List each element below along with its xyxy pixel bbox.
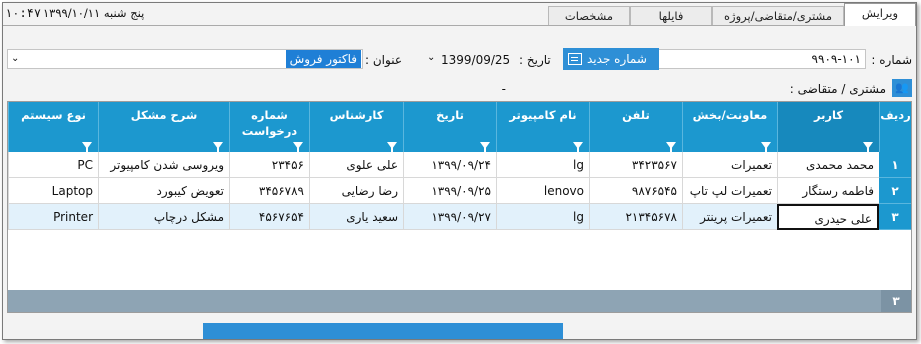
new-number-label: شماره جدید (587, 52, 647, 66)
row-number: ۲ (879, 178, 911, 204)
filter-icon[interactable] (666, 142, 676, 153)
cell-problem[interactable]: تعویض کیبورد (98, 178, 229, 204)
title-selected-value: فاکتور فروش (285, 50, 361, 68)
cell-phone[interactable]: ۹۸۷۶۵۴۵ (589, 178, 682, 204)
cell-computer[interactable]: lg (496, 152, 589, 178)
cell-user[interactable]: محمد محمدی (777, 152, 879, 178)
col-header-expert[interactable]: کارشناس (309, 102, 403, 153)
title-label: عنوان : (365, 53, 402, 67)
filter-icon[interactable] (573, 142, 583, 153)
cell-request-number[interactable]: ۴۵۶۷۶۵۴ (229, 204, 309, 230)
cell-date[interactable]: ۱۳۹۹/۰۹/۲۷ (403, 204, 496, 230)
col-header-department[interactable]: معاونت/بخش (682, 102, 777, 153)
filter-icon[interactable] (863, 142, 873, 153)
title-select[interactable]: ⌄ فاکتور فروش (7, 49, 363, 69)
customer-label: مشتری / متقاضی : (789, 82, 886, 96)
date-label: تاریخ : (519, 53, 551, 67)
cell-problem[interactable]: ویروسی شدن کامپیوتر (98, 152, 229, 178)
requests-grid[interactable]: ردیف کاربر معاونت/بخش تلفن نام کامپیوتر … (7, 101, 912, 313)
cell-system-type[interactable]: Printer (8, 204, 98, 230)
filter-icon[interactable] (480, 142, 490, 153)
cell-computer[interactable]: lg (496, 204, 589, 230)
cell-expert[interactable]: رضا رضایی (309, 178, 403, 204)
row-number: ۱ (879, 152, 911, 178)
cell-user-focused[interactable]: علی حیدری (777, 204, 879, 230)
tab-customer-project[interactable]: مشتری/متقاضی/پروژه (712, 6, 844, 25)
tab-specs[interactable]: مشخصات (548, 6, 630, 25)
col-header-row[interactable]: ردیف (879, 102, 911, 152)
grid-footer: ۳ (8, 290, 911, 312)
row-number: ۳ (879, 204, 911, 230)
col-header-system-type[interactable]: نوع سیستم (8, 102, 98, 153)
col-header-problem[interactable]: شرح مشکل (98, 102, 229, 153)
col-header-phone[interactable]: تلفن (589, 102, 682, 153)
row-count: ۳ (881, 290, 911, 312)
number-label: شماره : (871, 53, 912, 67)
col-header-request-number[interactable]: شماره درخواست (229, 102, 309, 153)
cell-phone[interactable]: ۲۱۳۴۵۶۷۸ (589, 204, 682, 230)
cell-request-number[interactable]: ۳۴۵۶۷۸۹ (229, 178, 309, 204)
clock: ۱۰:۴۷ (5, 6, 42, 20)
tab-edit[interactable]: ویرایش (844, 3, 916, 26)
filter-icon[interactable] (761, 142, 771, 153)
cell-computer[interactable]: lenovo (496, 178, 589, 204)
date-field[interactable]: 1399/09/25 (441, 53, 510, 67)
cell-date[interactable]: ۱۳۹۹/۰۹/۲۵ (403, 178, 496, 204)
cell-phone[interactable]: ۳۴۲۳۵۶۷ (589, 152, 682, 178)
cell-department[interactable]: تعمیرات پرینتر (682, 204, 777, 230)
customer-icon[interactable]: 👥 (892, 79, 912, 97)
col-header-computer[interactable]: نام کامپیوتر (496, 102, 589, 153)
filter-icon[interactable] (293, 142, 303, 153)
cell-user[interactable]: فاطمه رستگار (777, 178, 879, 204)
calendar-icon (568, 53, 582, 65)
header-date: پنج شنبه ۱۳۹۹/۱۰/۱۱ (43, 6, 145, 20)
tab-files[interactable]: فایلها (630, 6, 712, 25)
date-dropdown-icon[interactable]: ⌄ (427, 52, 435, 63)
app-window: ویرایش مشتری/متقاضی/پروژه فایلها مشخصات … (2, 2, 917, 340)
col-header-date[interactable]: تاریخ (403, 102, 496, 153)
cell-problem[interactable]: مشکل درچاپ (98, 204, 229, 230)
cell-date[interactable]: ۱۳۹۹/۰۹/۲۴ (403, 152, 496, 178)
cell-request-number[interactable]: ۲۳۴۵۶ (229, 152, 309, 178)
filter-icon[interactable] (387, 142, 397, 153)
cell-department[interactable]: تعمیرات (682, 152, 777, 178)
cell-system-type[interactable]: PC (8, 152, 98, 178)
title-dropdown-icon[interactable]: ⌄ (11, 50, 19, 68)
cell-expert[interactable]: علی علوی (309, 152, 403, 178)
customer-value: - (501, 82, 506, 96)
cell-expert[interactable]: سعید یاری (309, 204, 403, 230)
filter-icon[interactable] (213, 142, 223, 153)
filter-icon[interactable] (82, 142, 92, 153)
cell-system-type[interactable]: Laptop (8, 178, 98, 204)
col-header-user[interactable]: کاربر (777, 102, 879, 153)
tab-strip: ویرایش مشتری/متقاضی/پروژه فایلها مشخصات … (3, 3, 916, 26)
cell-department[interactable]: تعمیرات لپ تاپ (682, 178, 777, 204)
new-number-button[interactable]: شماره جدید (563, 48, 659, 70)
bottom-toolbar[interactable] (203, 323, 563, 339)
